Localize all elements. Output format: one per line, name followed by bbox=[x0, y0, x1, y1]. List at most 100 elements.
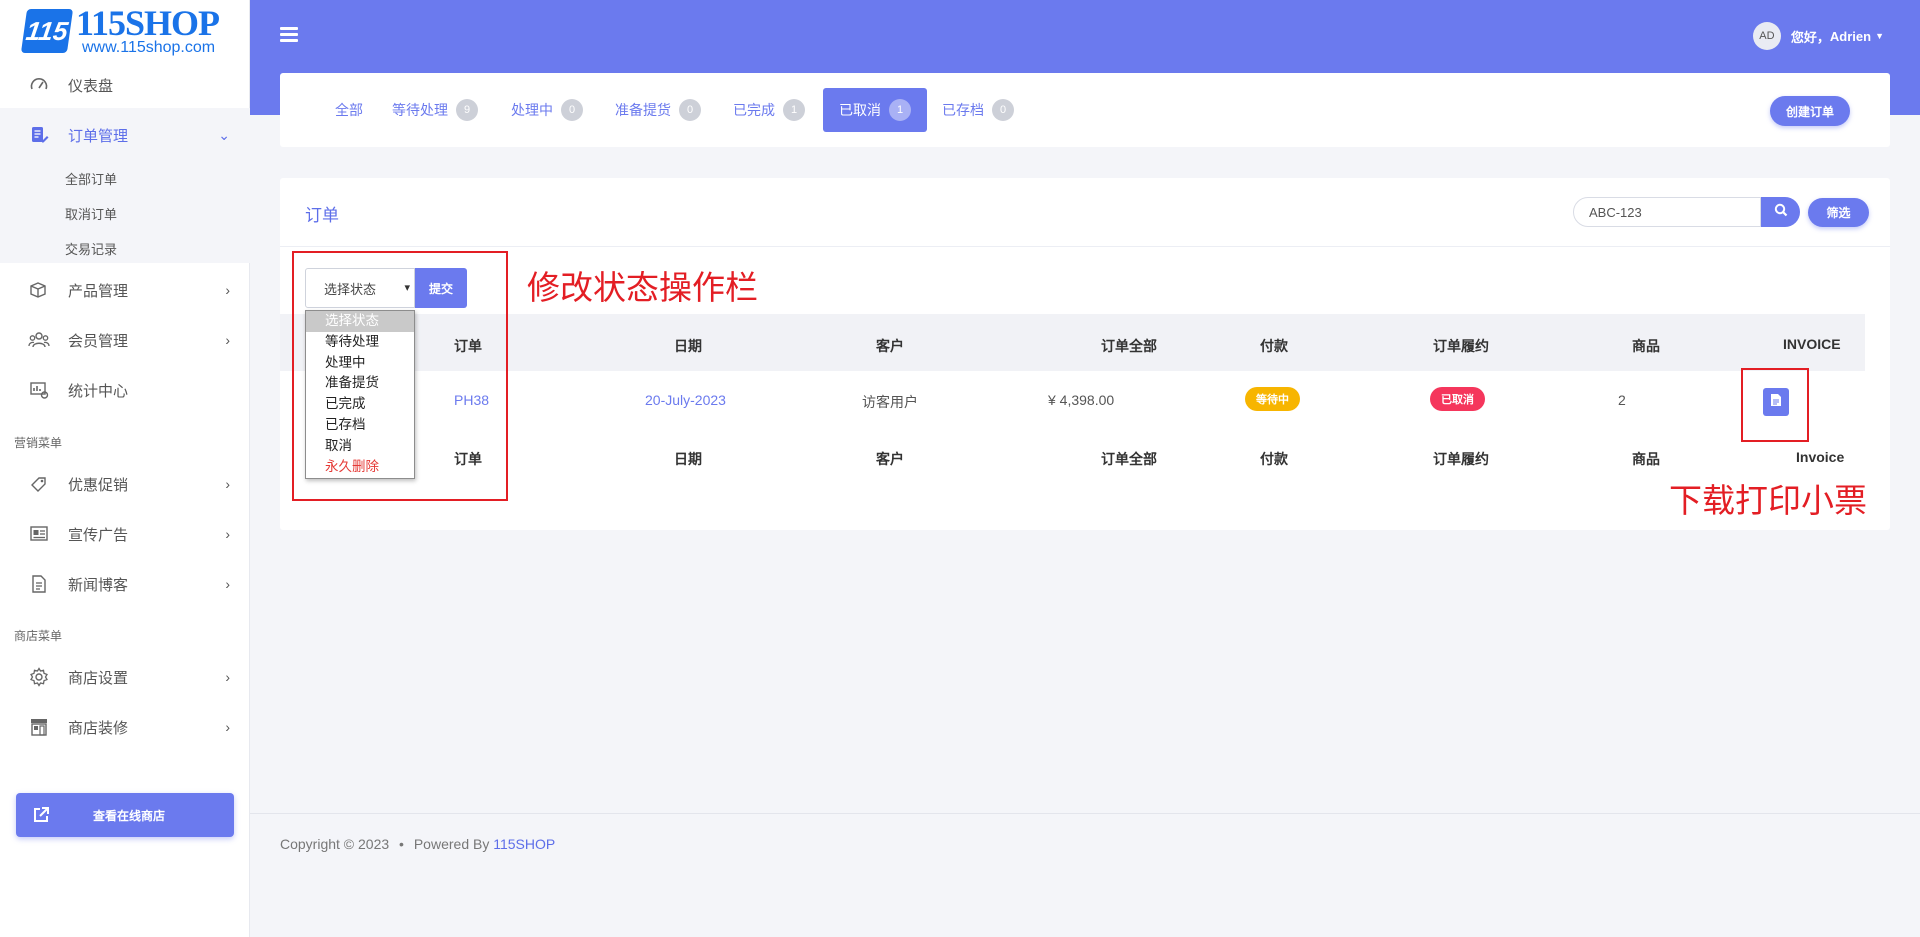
annotation-box-status-bar bbox=[292, 251, 508, 501]
footer-brand-link[interactable]: 115SHOP bbox=[493, 836, 555, 852]
sidebar-item-orders[interactable]: 订单管理 ⌄ bbox=[0, 110, 250, 160]
column-footer: 订单全部 bbox=[1101, 451, 1157, 467]
blog-icon bbox=[28, 573, 50, 595]
order-items-count: 2 bbox=[1618, 392, 1626, 408]
sidebar-item-label: 统计中心 bbox=[68, 382, 129, 400]
column-footer: Invoice bbox=[1796, 449, 1845, 465]
logo-name: 115SHOP bbox=[76, 3, 220, 43]
menu-toggle-icon[interactable] bbox=[280, 27, 298, 43]
filter-button[interactable]: 筛选 bbox=[1808, 198, 1869, 227]
column-header: 付款 bbox=[1260, 338, 1288, 354]
column-header: 商品 bbox=[1632, 338, 1660, 354]
tab-ready-for-pickup[interactable]: 准备提货 0 bbox=[603, 88, 713, 132]
tab-label: 已取消 bbox=[839, 102, 881, 118]
column-header: 客户 bbox=[876, 338, 904, 354]
sidebar-item-store-design[interactable]: 商店装修 › bbox=[0, 702, 250, 752]
sidebar-item-store-settings[interactable]: 商店设置 › bbox=[0, 652, 250, 702]
caret-down-icon: ▼ bbox=[1875, 31, 1884, 41]
avatar: AD bbox=[1752, 22, 1781, 50]
footer-separator: • bbox=[399, 836, 404, 852]
annotation-download-receipt: 下载打印小票 bbox=[1669, 482, 1867, 519]
tab-processing[interactable]: 处理中 0 bbox=[499, 88, 595, 132]
footer: Copyright © 2023 • Powered By 115SHOP bbox=[280, 836, 555, 852]
search-button[interactable] bbox=[1761, 197, 1800, 227]
count-badge: 1 bbox=[783, 99, 805, 121]
order-date[interactable]: 20-July-2023 bbox=[645, 392, 726, 408]
view-store-label: 查看在线商店 bbox=[93, 808, 166, 823]
view-store-button[interactable]: 查看在线商店 bbox=[16, 793, 234, 837]
storefront-icon bbox=[28, 716, 50, 738]
copyright: Copyright © 2023 bbox=[280, 836, 390, 852]
user-menu[interactable]: AD 您好， Adrien ▼ bbox=[1752, 22, 1884, 50]
column-header: 日期 bbox=[674, 338, 702, 354]
chevron-right-icon: › bbox=[225, 669, 230, 685]
sidebar-item-label: 仪表盘 bbox=[68, 77, 114, 95]
logo-mark: 115 bbox=[20, 9, 74, 53]
members-icon bbox=[28, 329, 50, 351]
tab-archived[interactable]: 已存档 0 bbox=[930, 88, 1026, 132]
order-icon bbox=[28, 124, 50, 146]
promotion-icon bbox=[28, 473, 50, 495]
gear-icon bbox=[28, 666, 50, 688]
logo[interactable]: 115 115SHOP www.115shop.com bbox=[20, 3, 229, 56]
sidebar-item-statistics[interactable]: 统计中心 bbox=[0, 365, 250, 415]
section-label-marketing: 营销菜单 bbox=[14, 436, 63, 450]
tab-cancelled[interactable]: 已取消 1 bbox=[823, 88, 927, 132]
annotation-box-invoice bbox=[1741, 368, 1809, 442]
count-badge: 1 bbox=[889, 99, 911, 121]
product-icon bbox=[28, 279, 50, 301]
chevron-down-icon: ⌄ bbox=[218, 127, 230, 143]
order-customer: 访客用户 bbox=[862, 394, 918, 410]
column-footer: 订单履约 bbox=[1433, 451, 1489, 467]
tab-label: 处理中 bbox=[511, 102, 553, 118]
chevron-right-icon: › bbox=[225, 719, 230, 735]
sidebar-item-advertising[interactable]: 宣传广告 › bbox=[0, 509, 250, 559]
tab-label: 已完成 bbox=[733, 102, 775, 118]
external-link-icon bbox=[32, 806, 50, 824]
column-header: 订单履约 bbox=[1433, 338, 1489, 354]
chevron-right-icon: › bbox=[225, 282, 230, 298]
logo-url: www.115shop.com bbox=[82, 39, 216, 56]
sidebar-item-blog[interactable]: 新闻博客 › bbox=[0, 559, 250, 609]
count-badge: 0 bbox=[561, 99, 583, 121]
payment-status-badge: 等待中 bbox=[1245, 387, 1300, 411]
section-label-store: 商店菜单 bbox=[14, 629, 63, 643]
sidebar-subitem-transactions[interactable]: 交易记录 bbox=[65, 239, 117, 258]
column-header: 订单全部 bbox=[1101, 338, 1157, 354]
sidebar-item-promotions[interactable]: 优惠促销 › bbox=[0, 459, 250, 509]
username: Adrien bbox=[1829, 28, 1872, 44]
statistics-icon bbox=[28, 379, 50, 401]
sidebar-item-label: 商店装修 bbox=[68, 719, 129, 737]
sidebar-subitem-cancelled-orders[interactable]: 取消订单 bbox=[65, 204, 117, 223]
tab-label: 等待处理 bbox=[392, 102, 448, 118]
sidebar-item-products[interactable]: 产品管理 › bbox=[0, 265, 250, 315]
tab-all[interactable]: 全部 bbox=[323, 88, 375, 132]
count-badge: 0 bbox=[679, 99, 701, 121]
tab-label: 已存档 bbox=[942, 102, 984, 118]
fulfillment-status-badge: 已取消 bbox=[1430, 387, 1485, 411]
table-header: 订单 日期 客户 订单全部 付款 订单履约 商品 INVOICE bbox=[280, 314, 1865, 371]
table-row[interactable]: PH38 20-July-2023 访客用户 ¥ 4,398.00 等待中 已取… bbox=[280, 372, 1865, 430]
sidebar-item-label: 会员管理 bbox=[68, 332, 129, 350]
sidebar-subitem-all-orders[interactable]: 全部订单 bbox=[65, 169, 117, 188]
column-header: INVOICE bbox=[1783, 336, 1841, 352]
search-input[interactable] bbox=[1573, 197, 1761, 227]
sidebar: 115 115SHOP www.115shop.com 仪表盘 订单管理 ⌄ 全… bbox=[0, 0, 250, 937]
count-badge: 9 bbox=[456, 99, 478, 121]
footer-divider bbox=[250, 813, 1920, 814]
column-footer: 付款 bbox=[1260, 451, 1288, 467]
tab-pending[interactable]: 等待处理 9 bbox=[380, 88, 490, 132]
divider bbox=[280, 246, 1890, 247]
orders-card: 订单 筛选 选择状态 ▾ 提交 订单 日期 客户 订单全部 付款 订单履约 商品… bbox=[280, 178, 1890, 530]
sidebar-item-members[interactable]: 会员管理 › bbox=[0, 315, 250, 365]
greeting: 您好， bbox=[1790, 29, 1830, 45]
column-footer: 客户 bbox=[876, 451, 904, 467]
tab-completed[interactable]: 已完成 1 bbox=[721, 88, 817, 132]
sidebar-item-label: 产品管理 bbox=[68, 282, 129, 300]
sidebar-item-dashboard[interactable]: 仪表盘 bbox=[0, 60, 250, 110]
count-badge: 0 bbox=[992, 99, 1014, 121]
powered-by: Powered By bbox=[413, 836, 490, 852]
search-icon bbox=[1774, 203, 1788, 221]
create-order-button[interactable]: 创建订单 bbox=[1769, 96, 1850, 126]
advert-icon bbox=[28, 523, 50, 545]
